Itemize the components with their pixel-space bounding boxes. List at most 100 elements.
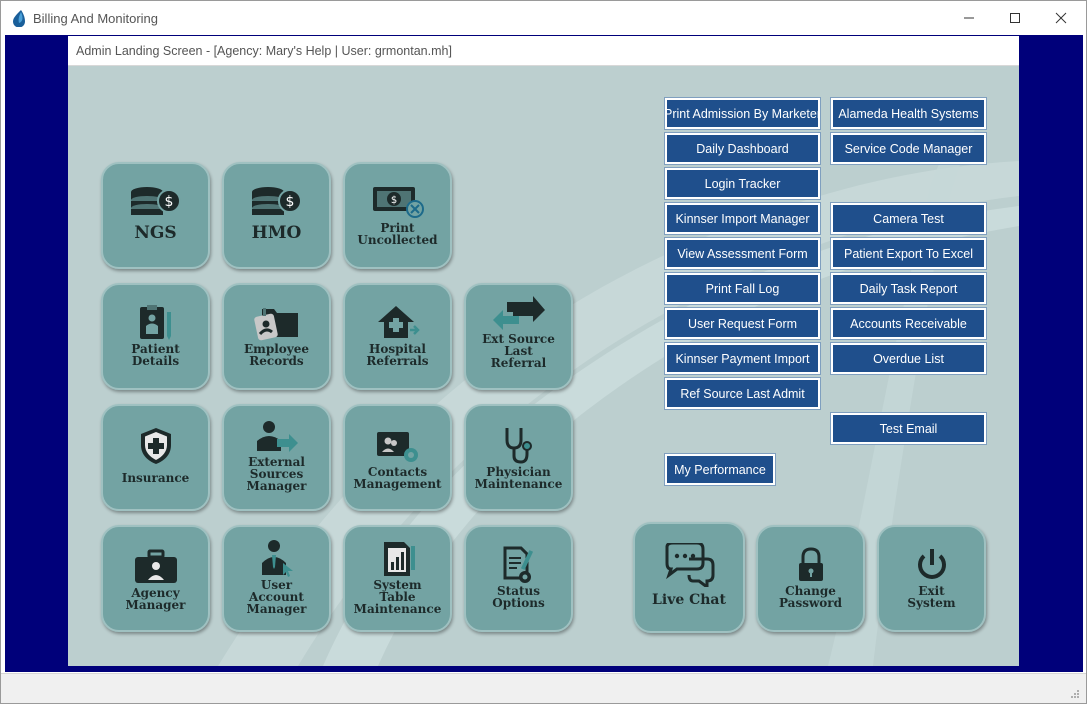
hmo-tile[interactable]: $ HMO (222, 162, 331, 269)
live-chat-tile[interactable]: Live Chat (633, 522, 745, 633)
patient-details-label: Patient Details (131, 343, 179, 367)
accounts-receivable-button[interactable]: Accounts Receivable (830, 307, 987, 340)
contacts-management-tile[interactable]: Contacts Management (343, 404, 452, 511)
label-line: Details (131, 354, 180, 368)
ext-source-tile[interactable]: Ext Source Last Referral (464, 283, 573, 390)
briefcase-person-icon (133, 547, 179, 587)
maximize-icon (1010, 13, 1020, 23)
kinnser-payment-import-button[interactable]: Kinnser Payment Import (664, 342, 821, 375)
ref-source-last-admit-button[interactable]: Ref Source Last Admit (664, 377, 821, 410)
external-sources-label: External Sources Manager (247, 456, 307, 492)
status-options-tile[interactable]: Status Options (464, 525, 573, 632)
agency-manager-tile[interactable]: Agency Manager (101, 525, 210, 632)
minimize-button[interactable] (946, 1, 992, 35)
label-line: Management (353, 477, 442, 491)
kinnser-import-manager-button[interactable]: Kinnser Import Manager (664, 202, 821, 235)
landing-panel: Admin Landing Screen - [Agency: Mary's H… (68, 36, 1019, 666)
patient-export-to-excel-button[interactable]: Patient Export To Excel (830, 237, 987, 270)
alameda-health-systems-button[interactable]: Alameda Health Systems (830, 97, 987, 130)
panel-header: Admin Landing Screen - [Agency: Mary's H… (68, 36, 1019, 66)
employee-records-tile[interactable]: Employee Records (222, 283, 331, 390)
status-bar (1, 673, 1086, 703)
label-line: Maintenance (353, 602, 442, 616)
power-icon (915, 545, 949, 585)
exit-system-tile[interactable]: Exit System (877, 525, 986, 632)
banknote-cancel-icon: $ (371, 182, 425, 222)
svg-text:$: $ (390, 195, 396, 206)
app-window: Billing And Monitoring Admin Landing Scr… (0, 0, 1087, 704)
print-uncollected-label: Print Uncollected (357, 222, 437, 246)
label-line: System (907, 596, 956, 610)
user-cursor-icon (259, 539, 295, 579)
label-line: Password (778, 596, 843, 610)
patient-details-tile[interactable]: Patient Details (101, 283, 210, 390)
user-request-form-button[interactable]: User Request Form (664, 307, 821, 340)
live-chat-label: Live Chat (652, 592, 726, 608)
report-chart-icon (380, 539, 416, 579)
maximize-button[interactable] (992, 1, 1038, 35)
person-arrow-icon (255, 418, 299, 456)
close-icon (1055, 12, 1067, 24)
coin-stack-dollar-icon: $ (250, 182, 304, 222)
user-account-manager-tile[interactable]: User Account Manager (222, 525, 331, 632)
physician-maintenance-label: Physician Maintenance (475, 466, 563, 490)
exchange-arrows-icon (492, 295, 545, 333)
status-options-label: Status Options (492, 585, 544, 609)
overdue-list-button[interactable]: Overdue List (830, 342, 987, 375)
close-button[interactable] (1038, 1, 1084, 35)
svg-text:$: $ (164, 194, 173, 210)
view-assessment-form-button[interactable]: View Assessment Form (664, 237, 821, 270)
user-account-manager-label: User Account Manager (247, 579, 307, 615)
ngs-label: NGS (134, 223, 177, 243)
print-uncollected-tile[interactable]: $ Print Uncollected (343, 162, 452, 269)
label-line: Manager (246, 602, 307, 616)
insurance-tile[interactable]: Insurance (101, 404, 210, 511)
hmo-label: HMO (251, 223, 302, 243)
patient-clipboard-icon (136, 303, 176, 343)
system-table-maintenance-tile[interactable]: System Table Maintenance (343, 525, 452, 632)
shield-cross-icon (139, 426, 173, 466)
water-drop-icon (13, 10, 25, 27)
label-line: Manager (125, 598, 186, 612)
test-email-button[interactable]: Test Email (830, 412, 987, 445)
contact-card-gear-icon (375, 426, 421, 466)
label-line: Records (249, 354, 304, 368)
daily-task-report-button[interactable]: Daily Task Report (830, 272, 987, 305)
employee-folder-icon (252, 303, 302, 343)
daily-dashboard-button[interactable]: Daily Dashboard (664, 132, 821, 165)
insurance-label: Insurance (121, 471, 190, 485)
coin-stack-dollar-icon: $ (129, 182, 183, 222)
my-performance-button[interactable]: My Performance (664, 453, 776, 486)
hospital-referrals-tile[interactable]: Hospital Referrals (343, 283, 452, 390)
title-bar: Billing And Monitoring (1, 1, 1086, 35)
label-line: Uncollected (357, 233, 438, 247)
external-sources-tile[interactable]: External Sources Manager (222, 404, 331, 511)
login-tracker-button[interactable]: Login Tracker (664, 167, 821, 200)
service-code-manager-button[interactable]: Service Code Manager (830, 132, 987, 165)
print-admission-by-marketer-button[interactable]: Print Admission By Marketer (664, 97, 821, 130)
ngs-tile[interactable]: $ NGS (101, 162, 210, 269)
ext-source-label: Ext Source Last Referral (482, 333, 555, 369)
label-line: Manager (246, 479, 307, 493)
outer-frame: Admin Landing Screen - [Agency: Mary's H… (5, 35, 1083, 672)
camera-test-button[interactable]: Camera Test (830, 202, 987, 235)
label-line: Maintenance (474, 477, 563, 491)
label-line: Referrals (366, 354, 429, 368)
change-password-tile[interactable]: Change Password (756, 525, 865, 632)
document-gear-icon (501, 545, 537, 585)
label-line: Referral (490, 356, 547, 370)
resize-grip-icon[interactable] (1070, 689, 1080, 699)
change-password-label: Change Password (779, 585, 842, 609)
employee-records-label: Employee Records (244, 343, 309, 367)
chat-bubbles-icon (663, 542, 715, 588)
padlock-icon (797, 545, 825, 585)
minimize-icon (964, 17, 974, 19)
system-table-maintenance-label: System Table Maintenance (354, 579, 442, 615)
contacts-management-label: Contacts Management (353, 466, 441, 490)
panel-title: Admin Landing Screen - [Agency: Mary's H… (76, 44, 452, 58)
svg-text:$: $ (285, 194, 294, 210)
physician-maintenance-tile[interactable]: Physician Maintenance (464, 404, 573, 511)
print-fall-log-button[interactable]: Print Fall Log (664, 272, 821, 305)
stethoscope-icon (501, 426, 537, 466)
hospital-referrals-label: Hospital Referrals (366, 343, 428, 367)
